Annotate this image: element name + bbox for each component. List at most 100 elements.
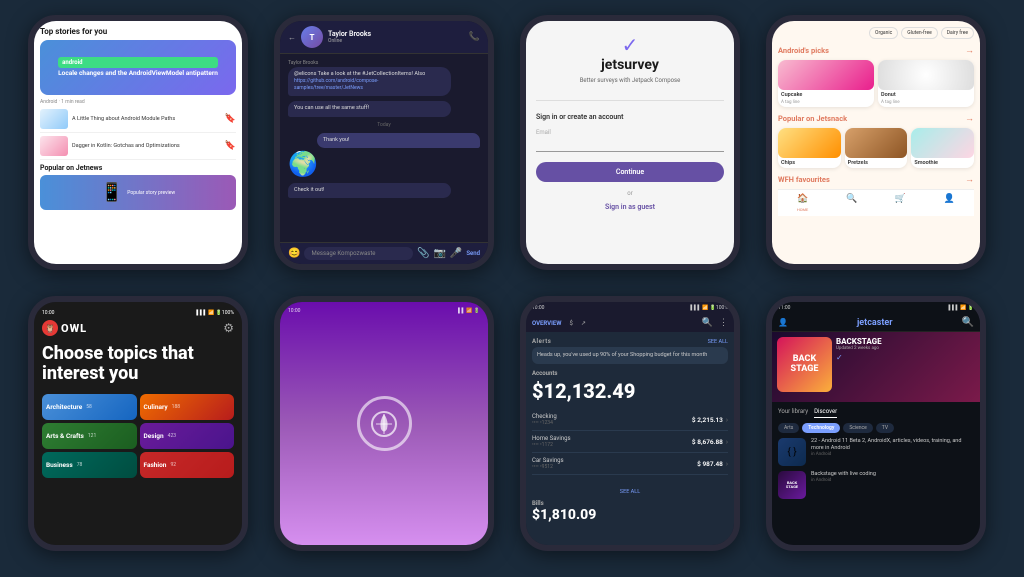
more-icon[interactable]: ⋮ — [719, 318, 728, 328]
alerts-see-all[interactable]: SEE ALL — [708, 339, 728, 345]
msg-text-1: @elicons Take a look at the #JetCollecti… — [288, 67, 451, 96]
msg-input[interactable]: Message Kompozwaste — [304, 247, 413, 260]
chip-dairyfree[interactable]: Dairy free — [941, 27, 974, 39]
finance-status-bar: 10:00 ▌▌▌ 📶 🔋100% — [526, 302, 734, 314]
home-savings-num: •••• •1172 — [532, 442, 571, 448]
jetsnack-card-donut[interactable]: Donut A tag line — [878, 60, 974, 107]
finance-signal: ▌▌▌ 📶 🔋100% — [690, 305, 728, 311]
nav-home[interactable]: 🏠HOME — [797, 194, 808, 214]
cupcake-img — [778, 60, 874, 90]
pod-thumb-1: { } — [778, 438, 806, 466]
section2-arrow[interactable]: → — [965, 113, 974, 124]
owl-topic-fashion[interactable]: Fashion 92 — [140, 452, 235, 478]
thank-you-sticker: 🌍 — [288, 150, 480, 178]
owl-topic-arts[interactable]: Arts & Crafts 121 — [42, 423, 137, 449]
chip-organic[interactable]: Organic — [869, 27, 898, 39]
finance-account-car-savings[interactable]: Car Savings •••• •9512 $ 987.48 › — [532, 453, 728, 475]
popular-text: Popular story preview — [127, 190, 175, 196]
jetsurvey-logo: ✓ jetsurvey — [601, 33, 659, 73]
owl-topic-architecture[interactable]: Architecture 58 — [42, 394, 137, 420]
pretzels-label: Pretzels — [845, 158, 908, 168]
nav-profile[interactable]: 👤 — [944, 194, 955, 214]
owl-logo-text: OWL — [61, 322, 87, 335]
jetnews-item-1[interactable]: A Little Thing about Android Module Path… — [40, 109, 236, 133]
back-icon[interactable]: ← — [288, 33, 296, 42]
send-button[interactable]: Send — [466, 250, 480, 257]
call-icon[interactable]: 📞 — [469, 32, 480, 42]
chips-img — [778, 128, 841, 158]
mic-icon[interactable]: 🎤 — [450, 248, 462, 259]
section1-arrow[interactable]: → — [965, 45, 974, 56]
pod-title-1: 22 - Android 11 Beta 2, AndroidX, articl… — [811, 438, 974, 452]
cat-science[interactable]: Science — [843, 423, 872, 433]
jetsnack-section3: WFH favourites → — [778, 174, 974, 185]
settings-icon[interactable]: ⚙ — [223, 321, 234, 335]
jetcaster-pod-item-2[interactable]: BACKSTAGE Backstage with live coding in … — [778, 471, 974, 499]
section3-arrow[interactable]: → — [965, 174, 974, 185]
purple-status-bar: 10:00 ▌▌ 📶 🔋 — [288, 308, 480, 314]
attach-icon[interactable]: 📎 — [417, 248, 429, 259]
purple-time: 10:00 — [288, 308, 300, 314]
msg-avatar: T — [301, 26, 323, 48]
cupcake-sub: A tag line — [778, 100, 874, 107]
nav-search[interactable]: 🔍 — [846, 194, 857, 214]
pod-info-1: 22 - Android 11 Beta 2, AndroidX, articl… — [811, 438, 974, 457]
search-icon[interactable]: 🔍 — [702, 318, 713, 328]
jetsnack-card-smoothie[interactable]: Smoothie — [911, 128, 974, 168]
jetcaster-search-icon[interactable]: 🔍 — [962, 317, 974, 328]
checking-name: Checking — [532, 413, 557, 420]
owl-time: 10:00 — [42, 310, 54, 316]
nav-cart[interactable]: 🛒 — [895, 194, 906, 214]
jetsurvey-email-input[interactable] — [536, 148, 724, 152]
chip-glutenfree[interactable]: Gluten-free — [901, 27, 938, 39]
jetsurvey-guest-btn[interactable]: Sign in as guest — [605, 203, 655, 211]
jetsurvey-logo-text: jetsurvey — [601, 57, 659, 73]
accounts-see-all[interactable]: SEE ALL — [532, 478, 728, 497]
owl-status-bar: 10:00 ▌▌▌ 📶 🔋100% — [42, 310, 234, 316]
jetsnack-card-pretzels[interactable]: Pretzels — [845, 128, 908, 168]
camera-icon[interactable]: 📷 — [433, 248, 445, 259]
finance-body: Alerts SEE ALL Heads up, you've used up … — [526, 332, 734, 529]
owl-topic-design[interactable]: Design 423 — [140, 423, 235, 449]
emoji-icon[interactable]: 😊 — [288, 248, 300, 259]
jetsurvey-or: or — [627, 190, 632, 197]
cat-tv[interactable]: TV — [876, 423, 894, 433]
cat-arts[interactable]: Arts — [778, 423, 799, 433]
jetsnack-card-chips[interactable]: Chips — [778, 128, 841, 168]
architecture-label: Architecture — [46, 403, 82, 411]
jetsurvey-continue-btn[interactable]: Continue — [536, 162, 724, 182]
tab-discover[interactable]: Discover — [814, 406, 837, 418]
backstage-text: BACKSTAGE — [786, 481, 798, 490]
jetsnack-popular-row: Chips Pretzels Smoothie — [778, 128, 974, 168]
popular-image-icon: 📱 — [101, 182, 123, 203]
finance-balance: $12,132.49 — [532, 379, 728, 403]
tab-your-library[interactable]: Your library — [778, 406, 808, 418]
owl-topic-culinary[interactable]: Culinary 188 — [140, 394, 235, 420]
checking-num: •••• •1234 — [532, 420, 557, 426]
msg-text-2: You can use all the same stuff! — [288, 101, 451, 116]
jetsnack-card-cupcake[interactable]: Cupcake A tag line — [778, 60, 874, 107]
jetnews-thumb-2 — [40, 136, 68, 156]
finance-tab-bills[interactable]: ↗ — [581, 320, 586, 327]
jetcaster-back-icon[interactable]: 👤 — [778, 318, 788, 327]
chips-label: Chips — [778, 158, 841, 168]
finance-account-checking[interactable]: Checking •••• •1234 $ 2,215.13 › — [532, 409, 728, 431]
owl-topic-business[interactable]: Business 78 — [42, 452, 137, 478]
phone-messaging: ← T Taylor Brooks Online 📞 Taylor Brooks… — [274, 15, 494, 270]
jetcaster-pod-item-1[interactable]: { } 22 - Android 11 Beta 2, AndroidX, ar… — [778, 438, 974, 466]
jetsnack-chips: Organic Gluten-free Dairy free — [778, 27, 974, 39]
jetnews-hero-title: Locale changes and the AndroidViewModel … — [58, 70, 218, 78]
jetsnack-section1: Android's picks → — [778, 45, 974, 56]
finance-header-icons: 🔍 ⋮ — [702, 318, 728, 328]
jetcaster-signal: ▌▌▌ 📶 🔋 — [948, 305, 974, 311]
phone-owl: 10:00 ▌▌▌ 📶 🔋100% 🦉 OWL ⚙ Choose topics … — [28, 296, 248, 551]
jetcaster-featured: BACKSTAGE BACKSTAGE Updated 2 weeks ago … — [772, 332, 980, 402]
msg-bubble-1: Taylor Brooks @elicons Take a look at th… — [288, 60, 480, 96]
finance-time: 10:00 — [532, 305, 544, 311]
cat-technology[interactable]: Technology — [802, 423, 840, 433]
msg-status: Online — [328, 38, 371, 44]
finance-tab-overview[interactable]: OVERVIEW — [532, 320, 561, 327]
jetnews-item-2[interactable]: Dagger in Kotlin: Gotchas and Optimizati… — [40, 136, 236, 160]
finance-account-home-savings[interactable]: Home Savings •••• •1172 $ 8,676.88 › — [532, 431, 728, 453]
finance-tab-accounts[interactable]: $ — [569, 320, 572, 327]
